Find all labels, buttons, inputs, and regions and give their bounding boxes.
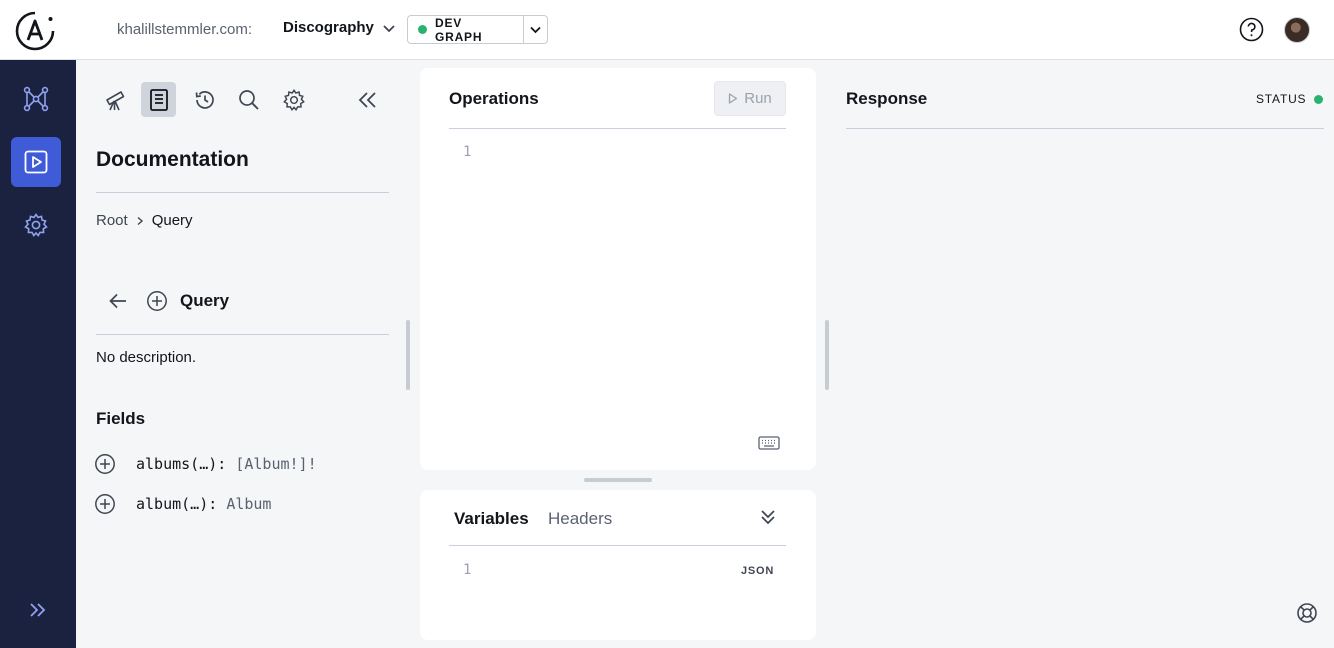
document-icon — [149, 88, 168, 111]
variables-divider — [449, 545, 786, 546]
back-arrow-icon[interactable] — [108, 292, 128, 310]
status-label: STATUS — [1256, 92, 1307, 106]
history-tab-button[interactable] — [187, 82, 222, 117]
collapse-down-icon[interactable] — [759, 508, 777, 526]
documentation-tab-button[interactable] — [141, 82, 176, 117]
operations-panel: Operations Run 1 — [420, 68, 816, 470]
field-row-albums[interactable]: albums(…): [Album!]! — [94, 453, 317, 475]
run-button[interactable]: Run — [714, 81, 786, 116]
type-description: No description. — [96, 349, 197, 366]
field-name[interactable]: albums(…): — [136, 455, 226, 473]
variant-selector[interactable]: DEV GRAPH — [407, 15, 548, 44]
variables-panel: Variables Headers 1 JSON — [420, 490, 816, 640]
left-nav — [0, 60, 76, 648]
apollo-logo-icon[interactable] — [14, 10, 56, 52]
double-chevron-right-icon[interactable] — [28, 601, 48, 619]
documentation-panel: Documentation Root Query Query No descri… — [76, 60, 412, 648]
chevron-down-icon — [530, 26, 541, 34]
response-divider — [846, 128, 1324, 129]
nav-item-settings[interactable] — [11, 200, 61, 250]
nav-item-schema[interactable] — [11, 74, 61, 124]
top-bar: khalillstemmler.com: Discography DEV GRA… — [0, 0, 1334, 60]
docs-title-divider — [96, 192, 389, 193]
status-indicator-dot — [1314, 94, 1324, 104]
operations-divider — [449, 128, 786, 129]
collapse-panel-button[interactable] — [349, 82, 384, 117]
user-avatar[interactable] — [1284, 17, 1310, 43]
variant-button[interactable]: DEV GRAPH — [408, 15, 523, 44]
response-title: Response — [846, 89, 928, 108]
search-tab-button[interactable] — [231, 82, 266, 117]
explorer-play-icon — [24, 150, 48, 174]
editor-resize-handle[interactable] — [825, 320, 829, 390]
field-type[interactable]: Album — [226, 495, 271, 513]
search-icon — [238, 89, 259, 110]
explorer-tab-button[interactable] — [97, 82, 132, 117]
editor-line-number: 1 — [463, 144, 472, 160]
field-name[interactable]: album(…): — [136, 495, 217, 513]
help-icon[interactable] — [1239, 17, 1264, 42]
add-circle-icon[interactable] — [146, 290, 168, 312]
field-type[interactable]: [Album!]! — [235, 455, 316, 473]
graph-selector[interactable]: Discography — [283, 19, 396, 36]
field-row-album[interactable]: album(…): Album — [94, 493, 271, 515]
breadcrumb: Root Query — [96, 212, 193, 229]
type-header-divider — [96, 334, 389, 335]
settings-tab-button[interactable] — [276, 82, 311, 117]
run-button-label: Run — [744, 90, 772, 107]
type-header: Query — [108, 290, 229, 312]
docs-resize-handle[interactable] — [406, 320, 410, 390]
settings-icon — [24, 213, 48, 237]
play-icon — [729, 93, 738, 104]
breadcrumb-current: Query — [151, 212, 193, 229]
history-icon — [195, 90, 214, 109]
support-lifebuoy-icon[interactable] — [1296, 602, 1318, 624]
variant-dropdown-toggle[interactable] — [523, 16, 547, 43]
org-name: khalillstemmler.com: — [117, 21, 253, 38]
fields-title: Fields — [96, 409, 146, 428]
type-name: Query — [180, 291, 230, 310]
telescope-icon — [105, 90, 124, 110]
double-chevron-left-icon — [358, 91, 376, 108]
operations-title: Operations — [449, 89, 539, 108]
response-status: STATUS — [1256, 92, 1324, 106]
keyboard-shortcuts-icon[interactable] — [758, 436, 780, 450]
graph-name: Discography — [283, 19, 374, 36]
variables-resize-handle[interactable] — [584, 478, 652, 482]
add-circle-icon[interactable] — [94, 493, 116, 515]
schema-graph-icon — [23, 86, 49, 112]
nav-item-explorer[interactable] — [11, 137, 61, 187]
tab-variables[interactable]: Variables — [454, 509, 529, 529]
variant-status-dot — [418, 25, 427, 34]
variables-editor[interactable] — [490, 558, 730, 628]
add-circle-icon[interactable] — [94, 453, 116, 475]
variant-label: DEV GRAPH — [434, 15, 483, 44]
tab-headers[interactable]: Headers — [548, 509, 612, 529]
gear-icon — [282, 88, 305, 111]
breadcrumb-root[interactable]: Root — [96, 212, 128, 229]
documentation-title: Documentation — [96, 148, 249, 171]
operation-editor[interactable] — [490, 140, 786, 420]
chevron-right-icon — [137, 216, 143, 225]
json-format-label: JSON — [741, 565, 775, 577]
variables-line-number: 1 — [463, 562, 472, 578]
chevron-down-icon — [383, 24, 395, 32]
response-viewer[interactable] — [846, 140, 1324, 580]
